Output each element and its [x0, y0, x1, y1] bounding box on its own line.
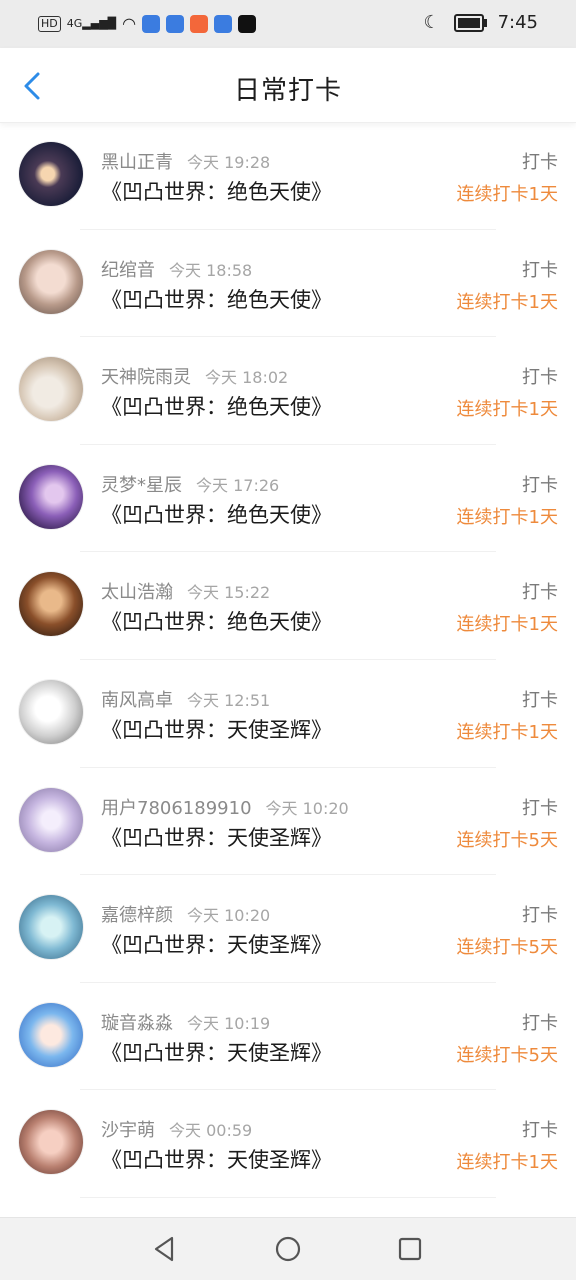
book-title[interactable]: 《凹凸世界：绝色天使》: [101, 606, 332, 636]
streak-label: 连续打卡1天: [456, 399, 558, 421]
checkin-label: 打卡: [522, 797, 558, 819]
streak-label: 连续打卡1天: [456, 184, 558, 205]
user-name[interactable]: 用户7806189910: [101, 798, 252, 819]
battery-icon: [453, 13, 487, 32]
app-bird-icon: [238, 14, 257, 33]
checkin-time: 今天 12:51: [187, 690, 271, 710]
system-nav-bar: [0, 1217, 576, 1280]
avatar[interactable]: [19, 249, 83, 314]
list-item[interactable]: 黑山正青 今天 19:28 《凹凸世界：绝色天使》 打卡 连续打卡1天: [0, 122, 576, 230]
list-item[interactable]: 太山浩瀚 今天 15:22 《凹凸世界：绝色天使》 打卡 连续打卡1天: [0, 552, 576, 660]
user-name[interactable]: 璇音淼淼: [101, 1013, 173, 1034]
checkin-time: 今天 10:20: [265, 798, 349, 818]
book-title[interactable]: 《凹凸世界：绝色天使》: [101, 176, 332, 206]
streak-label: 连续打卡5天: [456, 937, 558, 959]
streak-label: 连续打卡1天: [456, 1152, 558, 1174]
book-title[interactable]: 《凹凸世界：天使圣辉》: [101, 714, 332, 744]
book-title[interactable]: 《凹凸世界：天使圣辉》: [101, 1144, 332, 1174]
list-item[interactable]: 南风高卓 今天 12:51 《凹凸世界：天使圣辉》 打卡 连续打卡1天: [0, 660, 576, 768]
user-name[interactable]: 灵梦*星辰: [101, 475, 182, 496]
checkin-label: 打卡: [522, 259, 558, 281]
list-item[interactable]: 璇音淼淼 今天 10:19 《凹凸世界：天使圣辉》 打卡 连续打卡5天: [0, 983, 576, 1091]
list-item[interactable]: 沙宇萌 今天 00:59 《凹凸世界：天使圣辉》 打卡 连续打卡1天: [0, 1090, 576, 1198]
checkin-label: 打卡: [522, 905, 558, 927]
list-item[interactable]: 灵梦*星辰 今天 17:26 《凹凸世界：绝色天使》 打卡 连续打卡1天: [0, 445, 576, 553]
checkin-label: 打卡: [522, 689, 558, 711]
avatar[interactable]: [19, 895, 83, 960]
book-title[interactable]: 《凹凸世界：天使圣辉》: [101, 929, 332, 959]
nav-home-button[interactable]: [273, 1234, 303, 1264]
streak-label: 连续打卡5天: [456, 1044, 558, 1066]
app-paw-icon: [214, 14, 233, 33]
checkin-list[interactable]: 黑山正青 今天 19:28 《凹凸世界：绝色天使》 打卡 连续打卡1天 纪绾音 今天…: [0, 122, 576, 1198]
user-name[interactable]: 天神院雨灵: [101, 367, 191, 388]
hd-icon: HD: [38, 15, 61, 32]
user-name[interactable]: 嘉德梓颜: [101, 905, 173, 926]
checkin-time: 今天 19:28: [187, 153, 271, 172]
app-paw-icon: [166, 14, 185, 33]
avatar[interactable]: [19, 572, 83, 637]
list-item[interactable]: 用户7806189910 今天 10:20 《凹凸世界：天使圣辉》 打卡 连续打卡…: [0, 768, 576, 876]
nav-recents-button[interactable]: [395, 1234, 425, 1264]
streak-label: 连续打卡1天: [456, 291, 558, 313]
avatar[interactable]: [19, 142, 83, 206]
book-title[interactable]: 《凹凸世界：天使圣辉》: [101, 1037, 332, 1067]
back-triangle-icon: [154, 1236, 174, 1262]
checkin-time: 今天 10:19: [187, 1013, 271, 1033]
book-title[interactable]: 《凹凸世界：绝色天使》: [101, 499, 332, 529]
checkin-time: 今天 18:58: [169, 260, 253, 280]
nav-back-button[interactable]: [150, 1234, 180, 1264]
checkin-label: 打卡: [522, 367, 558, 389]
user-name[interactable]: 沙宇萌: [101, 1120, 155, 1141]
wifi-icon: ◠: [122, 14, 137, 33]
app-orange-icon: [190, 14, 209, 33]
home-circle-icon: [275, 1236, 301, 1262]
book-title[interactable]: 《凹凸世界：天使圣辉》: [101, 822, 332, 852]
list-item[interactable]: 天神院雨灵 今天 18:02 《凹凸世界：绝色天使》 打卡 连续打卡1天: [0, 337, 576, 445]
avatar[interactable]: [19, 1110, 83, 1175]
streak-label: 连续打卡1天: [456, 506, 558, 528]
checkin-label: 打卡: [522, 1012, 558, 1034]
status-icons-right: ☾ 7:45: [423, 12, 538, 33]
avatar[interactable]: [19, 357, 83, 422]
checkin-label: 打卡: [522, 474, 558, 496]
divider: [80, 1196, 496, 1198]
checkin-time: 今天 00:59: [169, 1121, 253, 1141]
streak-label: 连续打卡1天: [456, 614, 558, 636]
checkin-label: 打卡: [522, 152, 558, 173]
header: 日常打卡: [0, 48, 576, 123]
list-item[interactable]: 纪绾音 今天 18:58 《凹凸世界：绝色天使》 打卡 连续打卡1天: [0, 230, 576, 338]
user-name[interactable]: 太山浩瀚: [101, 582, 173, 603]
checkin-time: 今天 18:02: [205, 368, 289, 388]
recents-square-icon: [398, 1237, 422, 1261]
list-item[interactable]: 嘉德梓颜 今天 10:20 《凹凸世界：天使圣辉》 打卡 连续打卡5天: [0, 875, 576, 983]
avatar[interactable]: [19, 464, 83, 529]
avatar[interactable]: [19, 679, 83, 744]
checkin-time: 今天 15:22: [187, 583, 271, 603]
signal-4g-icon: 4G▂▄▆█: [66, 17, 117, 30]
status-time: 7:45: [497, 12, 538, 33]
streak-label: 连续打卡1天: [456, 721, 558, 743]
user-name[interactable]: 南风高卓: [101, 690, 173, 711]
book-title[interactable]: 《凹凸世界：绝色天使》: [101, 391, 332, 421]
status-bar: HD 4G▂▄▆█ ◠ ☾ 7:45: [0, 0, 576, 48]
user-name[interactable]: 纪绾音: [101, 260, 155, 281]
book-title[interactable]: 《凹凸世界：绝色天使》: [101, 284, 332, 314]
avatar[interactable]: [19, 787, 83, 852]
streak-label: 连续打卡5天: [456, 829, 558, 851]
checkin-label: 打卡: [522, 1120, 558, 1142]
checkin-time: 今天 10:20: [187, 906, 271, 926]
status-icons-left: HD 4G▂▄▆█ ◠: [38, 14, 257, 33]
user-name[interactable]: 黑山正青: [101, 152, 173, 173]
app-paw-icon: [142, 14, 161, 33]
checkin-time: 今天 17:26: [196, 475, 280, 495]
avatar[interactable]: [19, 1002, 83, 1067]
moon-icon: ☾: [423, 12, 440, 33]
page-title: 日常打卡: [233, 76, 342, 106]
checkin-label: 打卡: [522, 582, 558, 604]
